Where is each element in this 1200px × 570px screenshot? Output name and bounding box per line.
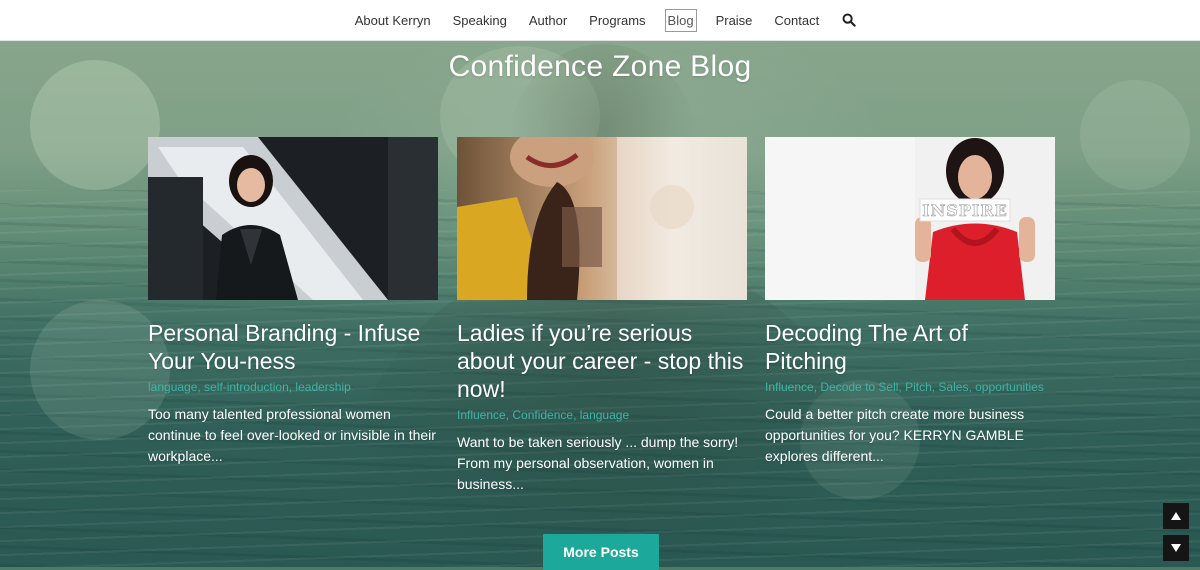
post-image-personal-branding[interactable] — [148, 137, 438, 300]
search-icon[interactable] — [842, 13, 856, 27]
nav-item-speaking[interactable]: Speaking — [450, 9, 510, 32]
post-tags[interactable]: Influence, Confidence, language — [457, 407, 747, 424]
nav-item-blog[interactable]: Blog — [664, 8, 697, 32]
post-excerpt: Could a better pitch create more busines… — [765, 406, 1025, 464]
nav-item-programs[interactable]: Programs — [586, 9, 648, 32]
post-image-serious-career[interactable] — [457, 137, 747, 300]
scroll-up-button[interactable] — [1163, 503, 1189, 529]
post-excerpt: Too many talented professional women con… — [148, 406, 436, 464]
arrow-up-icon — [1171, 512, 1181, 520]
more-posts-button[interactable]: More Posts — [543, 534, 659, 570]
svg-text:INSPIRE: INSPIRE — [922, 201, 1008, 220]
post-title[interactable]: Decoding The Art of Pitching — [765, 319, 1055, 375]
arrow-down-icon — [1171, 544, 1181, 552]
bokeh-light — [1080, 80, 1190, 190]
post-title[interactable]: Personal Branding - Infuse Your You-ness — [148, 319, 438, 375]
top-navigation: About Kerryn Speaking Author Programs Bl… — [0, 0, 1200, 41]
post-image-art-of-pitching[interactable]: INSPIRE — [765, 137, 1055, 300]
nav-menu: About Kerryn Speaking Author Programs Bl… — [344, 8, 856, 32]
post-tags[interactable]: language, self-introduction, leadership — [148, 379, 438, 396]
nav-item-about[interactable]: About Kerryn — [352, 9, 434, 32]
post-title[interactable]: Ladies if you’re serious about your care… — [457, 319, 747, 403]
nav-item-contact[interactable]: Contact — [771, 9, 822, 32]
blog-post-card: Personal Branding - Infuse Your You-ness… — [148, 137, 438, 467]
page-title: Confidence Zone Blog — [448, 50, 752, 83]
post-excerpt: Want to be taken seriously ... dump the … — [457, 434, 739, 492]
nav-item-praise[interactable]: Praise — [713, 9, 756, 32]
scroll-down-button[interactable] — [1163, 535, 1189, 561]
nav-item-author[interactable]: Author — [526, 9, 570, 32]
blog-post-card: INSPIRE Decoding The Art of Pitching Inf… — [765, 137, 1055, 467]
post-tags[interactable]: Influence, Decode to Sell, Pitch, Sales,… — [765, 379, 1055, 396]
blog-post-card: Ladies if you’re serious about your care… — [457, 137, 747, 495]
